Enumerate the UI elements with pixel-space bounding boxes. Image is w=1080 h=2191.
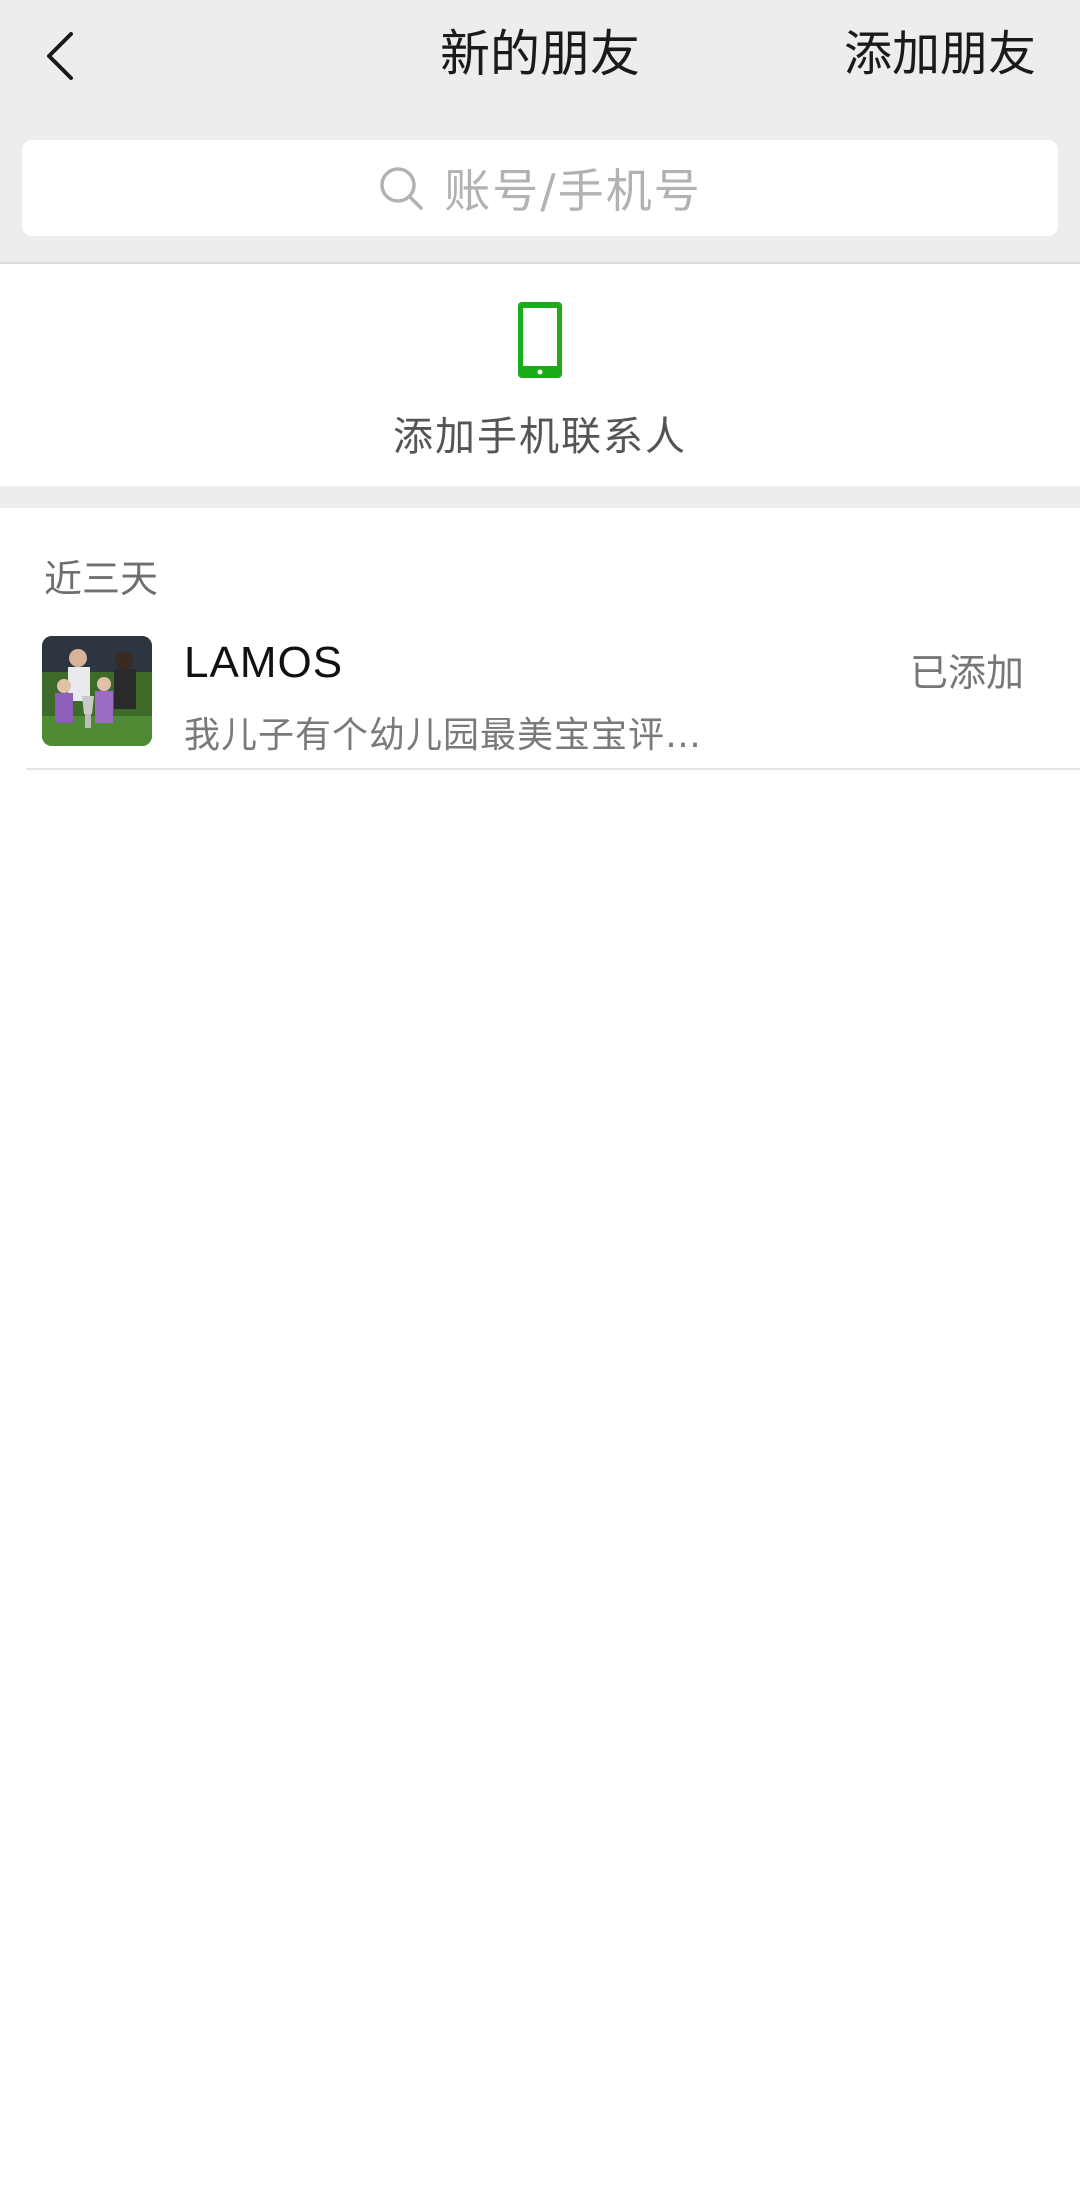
avatar [42,636,152,746]
add-phone-contacts-label: 添加手机联系人 [393,414,687,460]
search-input[interactable]: 账号/手机号 [22,140,1058,236]
add-friend-button[interactable]: 添加朋友 [844,18,1036,90]
avatar-photo [42,636,152,746]
navigation-bar: 新的朋友 添加朋友 [0,0,1080,112]
friend-message: 我儿子有个幼儿园最美宝宝评… [184,715,703,756]
status-label: 已添加 [909,651,1024,695]
friend-name: LAMOS [184,638,344,687]
friend-request-item[interactable]: LAMOS 我儿子有个幼儿园最美宝宝评… 已添加 [0,620,1080,770]
row-divider [26,768,1080,770]
recent-section-label: 近三天 [44,557,159,601]
mobile-phone-icon [518,302,562,378]
search-placeholder: 账号/手机号 [444,164,702,218]
add-phone-contacts-button[interactable]: 添加手机联系人 [0,264,1080,486]
search-icon [380,167,423,210]
section-divider [0,486,1080,508]
search-section: 账号/手机号 [0,112,1080,264]
